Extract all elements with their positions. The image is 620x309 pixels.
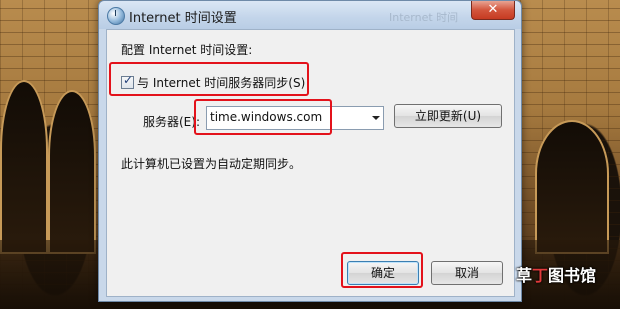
dropdown-arrow-icon[interactable] xyxy=(372,116,380,120)
watermark-part-3: 图书馆 xyxy=(548,266,597,285)
bridge-arch-right xyxy=(535,120,609,254)
section-label: 配置 Internet 时间设置: xyxy=(121,43,253,57)
watermark-part-2: 丁 xyxy=(532,266,549,285)
bridge-arch-left xyxy=(0,80,48,254)
clock-icon xyxy=(107,7,125,25)
bridge-arch-left-2 xyxy=(48,90,96,254)
server-combobox[interactable]: time.windows.com xyxy=(206,106,384,130)
window-title: Internet 时间设置 xyxy=(129,11,237,26)
update-now-button[interactable]: 立即更新(U) xyxy=(394,104,502,128)
sync-checkbox-label[interactable]: 与 Internet 时间服务器同步(S) xyxy=(137,76,305,90)
watermark-part-1: 草 xyxy=(516,266,533,285)
cancel-button[interactable]: 取消 xyxy=(431,261,503,285)
internet-time-settings-window: Internet 时间设置 Internet 时间 ✕ 配置 Internet … xyxy=(98,0,522,302)
dialog-content: 配置 Internet 时间设置: 与 Internet 时间服务器同步(S) … xyxy=(106,29,515,297)
title-bar[interactable]: Internet 时间设置 Internet 时间 ✕ xyxy=(99,1,521,29)
background-window-title: Internet 时间 xyxy=(389,11,459,24)
sync-checkbox-row[interactable]: 与 Internet 时间服务器同步(S) xyxy=(121,73,305,91)
sync-status-text: 此计算机已设置为自动定期同步。 xyxy=(121,157,302,171)
close-button[interactable]: ✕ xyxy=(471,1,515,20)
watermark-logo: 草丁图书馆 xyxy=(516,262,596,286)
sync-checkbox[interactable] xyxy=(121,73,134,89)
server-label: 服务器(E): xyxy=(143,115,200,129)
ok-button[interactable]: 确定 xyxy=(347,261,419,285)
server-value[interactable]: time.windows.com xyxy=(210,110,322,124)
